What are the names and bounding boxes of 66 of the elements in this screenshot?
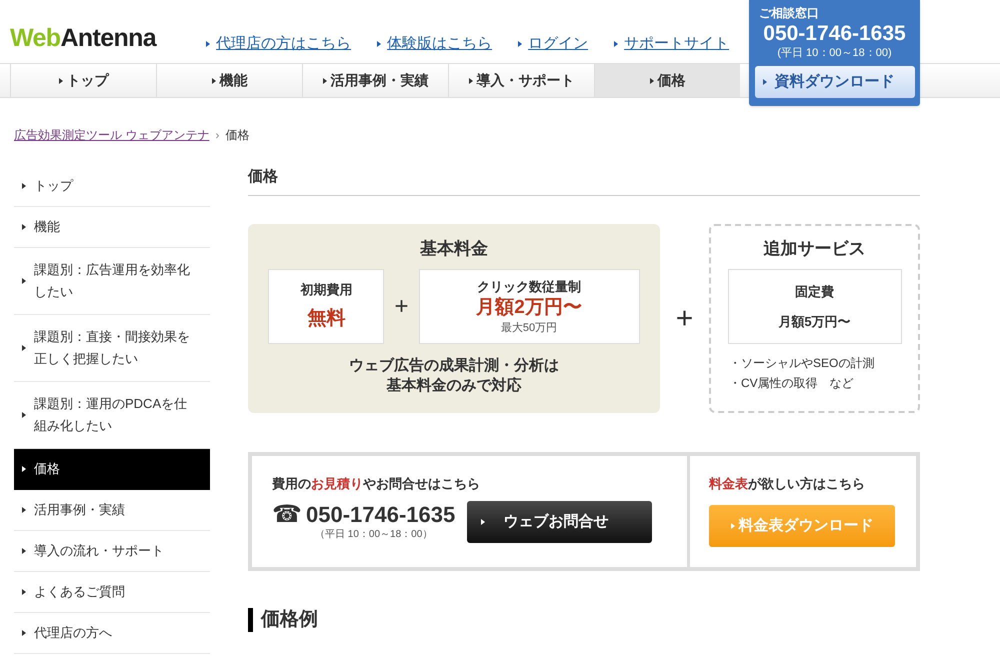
fee-description: ウェブ広告の成果計測・分析は [349, 356, 559, 376]
header-link[interactable]: 体験版はこちら [377, 32, 492, 55]
nav-tab[interactable]: 活用事例・実績 [302, 64, 448, 97]
contact-phone: 050-1746-1635 [763, 21, 906, 47]
nav-tab[interactable]: 価格 [594, 64, 740, 97]
triangle-icon [22, 183, 26, 189]
nav-tab[interactable]: トップ [10, 64, 156, 97]
triangle-icon [206, 40, 210, 47]
triangle-icon [58, 78, 62, 84]
triangle-icon [22, 466, 26, 472]
phone-hours: （平日 10：00～18：00） [314, 528, 432, 542]
contact-hours: (平日 10：00～18：00) [777, 47, 892, 61]
triangle-icon [22, 412, 26, 418]
header-link[interactable]: サポートサイト [614, 32, 730, 55]
triangle-icon [22, 507, 26, 513]
triangle-icon [468, 78, 472, 84]
sidebar-item[interactable]: 導入の流れ・サポート [14, 531, 210, 572]
download-button[interactable]: 資料ダウンロード [754, 66, 914, 98]
triangle-icon [730, 523, 734, 529]
triangle-icon [322, 78, 326, 84]
header-link[interactable]: ログイン [518, 32, 588, 55]
header-link[interactable]: 代理店の方はこちら [206, 32, 352, 55]
triangle-icon [22, 224, 26, 230]
panel-title: 基本料金 [420, 238, 488, 260]
phone-icon: ☎ [272, 502, 302, 526]
web-inquiry-button[interactable]: ウェブお問合せ [467, 501, 652, 543]
triangle-icon [22, 548, 26, 554]
triangle-icon [762, 79, 766, 85]
plus-sign: + [394, 292, 408, 322]
sidebar-item[interactable]: トップ [14, 166, 210, 207]
triangle-icon [650, 78, 654, 84]
triangle-icon [377, 40, 382, 47]
triangle-icon [614, 40, 618, 47]
price-list-heading: 料金表が欲しい方はこちら [709, 474, 866, 492]
plus-sign: + [674, 300, 694, 336]
breadcrumb-separator: › [215, 127, 220, 144]
section-title: 価格例 [248, 608, 920, 632]
triangle-icon [481, 519, 486, 525]
triangle-icon [22, 278, 26, 284]
logo[interactable]: WebAntenna [10, 26, 156, 51]
sidebar-item[interactable]: 価格 [14, 449, 210, 490]
triangle-icon [22, 630, 26, 636]
sidebar-item[interactable]: よくあるご質問 [14, 572, 210, 613]
triangle-icon [518, 40, 522, 47]
fee-description: 基本料金のみで対応 [386, 376, 522, 396]
panel-title: 追加サービス [764, 238, 866, 260]
breadcrumb-link[interactable]: 広告効果測定ツール ウェブアンテナ [14, 126, 210, 144]
sidebar-item[interactable]: 代理店の方へ [14, 613, 210, 654]
sidebar-item[interactable]: 活用事例・実績 [14, 490, 210, 531]
page-title: 価格 [248, 166, 920, 196]
sidebar-item[interactable]: 機能 [14, 207, 210, 248]
triangle-icon [212, 78, 216, 84]
triangle-icon [22, 589, 26, 595]
breadcrumb-current: 価格 [225, 127, 250, 144]
service-item: ・CV属性の取得 など [729, 375, 855, 392]
sidebar-item[interactable]: 課題別：広告運用を効率化したい [14, 248, 210, 315]
phone-number: 050-1746-1635 [306, 504, 456, 526]
sidebar-item[interactable]: 課題別：直接・間接効果を正しく把握したい [14, 315, 210, 382]
fee-card: 固定費 月額5万円〜 [728, 269, 902, 344]
triangle-icon [22, 345, 26, 351]
service-item: ・ソーシャルやSEOの計測 [729, 355, 874, 372]
contact-label: ご相談窓口 [759, 6, 819, 21]
fee-card: クリック数従量制 月額2万円〜 最大50万円 [418, 269, 640, 344]
nav-tab[interactable]: 機能 [156, 64, 302, 97]
fee-card: 初期費用 無料 [268, 269, 384, 344]
contact-heading: 費用のお見積りやお問合せはこちら [272, 474, 481, 492]
